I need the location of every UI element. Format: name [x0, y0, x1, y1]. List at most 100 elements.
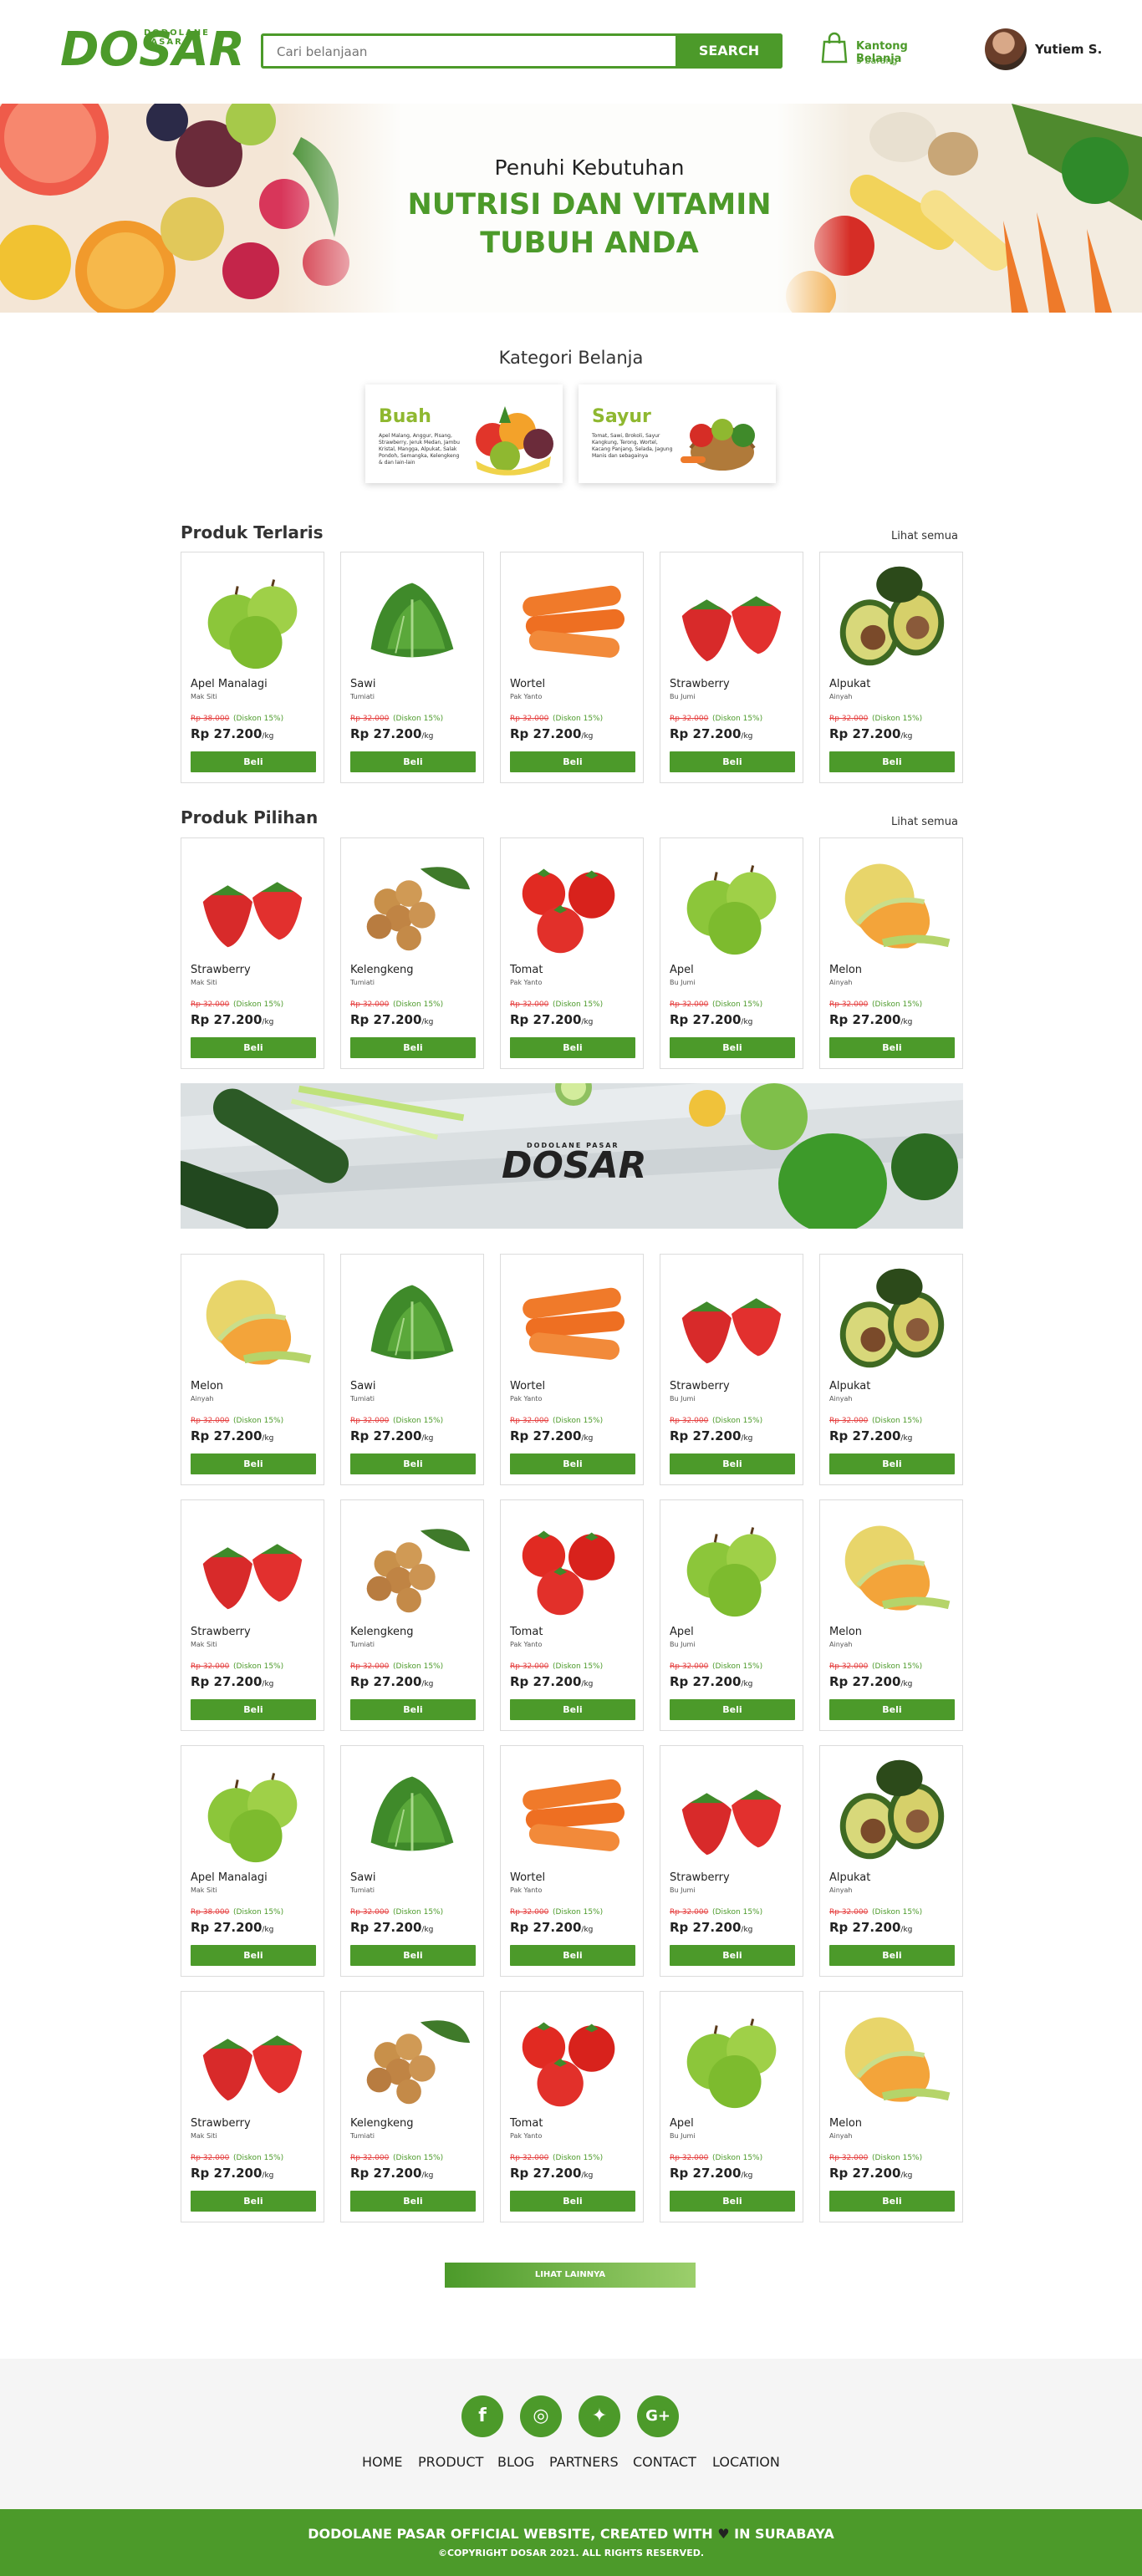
product-card[interactable]: Tomat Pak Yanto Rp 32.000 (Diskon 15%) Rp 27…: [500, 1499, 644, 1731]
product-card[interactable]: Alpukat Ainyah Rp 32.000 (Diskon 15%) Rp 27.…: [819, 1745, 963, 1977]
buy-button[interactable]: Beli: [829, 2191, 955, 2212]
buy-button[interactable]: Beli: [350, 1453, 476, 1474]
load-more-button[interactable]: LIHAT LAINNYA: [445, 2263, 696, 2288]
product-card[interactable]: Sawi Tumiati Rp 32.000 (Diskon 15%) Rp 27.20…: [340, 552, 484, 783]
product-card[interactable]: Apel Bu Jumi Rp 32.000 (Diskon 15%) Rp 27.20…: [660, 837, 803, 1069]
product-seller: Mak Siti: [191, 2132, 217, 2140]
product-name: Sawi: [350, 678, 376, 690]
footer-nav-blog[interactable]: BLOG: [497, 2454, 534, 2470]
buy-button[interactable]: Beli: [829, 751, 955, 772]
product-discount: (Diskon 15%): [393, 1417, 444, 1425]
product-price: Rp 27.200/kg: [829, 1428, 912, 1443]
buy-button[interactable]: Beli: [670, 1699, 795, 1720]
footer-credit: DODOLANE PASAR OFFICIAL WEBSITE, CREATED…: [0, 2526, 1142, 2542]
product-card[interactable]: Melon Ainyah Rp 32.000 (Diskon 15%) Rp 27.20…: [819, 837, 963, 1069]
product-old-price: Rp 32.000: [670, 1908, 709, 1917]
buy-button[interactable]: Beli: [350, 1699, 476, 1720]
product-card[interactable]: Kelengkeng Tumiati Rp 32.000 (Diskon 15%) Rp…: [340, 1499, 484, 1731]
buy-button[interactable]: Beli: [191, 1945, 316, 1966]
footer-nav-product[interactable]: PRODUCT: [418, 2454, 483, 2470]
product-card[interactable]: Strawberry Bu Jumi Rp 32.000 (Diskon 15%) Rp…: [660, 1254, 803, 1485]
product-card[interactable]: Strawberry Mak Siti Rp 32.000 (Diskon 15%) R…: [181, 837, 324, 1069]
product-old-price: Rp 32.000: [350, 1662, 390, 1671]
footer-nav-partners[interactable]: PARTNERS: [549, 2454, 619, 2470]
user-menu[interactable]: Yutiem S.: [985, 28, 1110, 72]
product-card[interactable]: Alpukat Ainyah Rp 32.000 (Diskon 15%) Rp 27.…: [819, 1254, 963, 1485]
product-card[interactable]: Sawi Tumiati Rp 32.000 (Diskon 15%) Rp 27.20…: [340, 1745, 484, 1977]
product-card[interactable]: Apel Manalagi Mak Siti Rp 38.000 (Diskon 15…: [181, 552, 324, 783]
buy-button[interactable]: Beli: [510, 2191, 635, 2212]
product-card[interactable]: Kelengkeng Tumiati Rp 32.000 (Diskon 15%) Rp…: [340, 837, 484, 1069]
instagram-icon[interactable]: ◎: [520, 2395, 562, 2437]
product-old-price: Rp 32.000: [350, 1908, 390, 1917]
product-card[interactable]: Wortel Pak Yanto Rp 32.000 (Diskon 15%) Rp 2…: [500, 552, 644, 783]
see-all-pilihan-link[interactable]: Lihat semua: [891, 816, 958, 828]
hero-subtitle: Penuhi Kebutuhan: [494, 155, 685, 180]
twitter-icon[interactable]: ✦: [579, 2395, 620, 2437]
strawberry-image: [202, 882, 303, 948]
product-old-price: Rp 38.000: [191, 1908, 230, 1917]
product-card[interactable]: Wortel Pak Yanto Rp 32.000 (Diskon 15%) Rp 2…: [500, 1745, 644, 1977]
buy-button[interactable]: Beli: [510, 1945, 635, 1966]
footer-nav-location[interactable]: LOCATION: [712, 2454, 780, 2470]
product-card[interactable]: Strawberry Bu Jumi Rp 32.000 (Diskon 15%) Rp…: [660, 1745, 803, 1977]
product-old-price: Rp 32.000: [670, 715, 709, 723]
product-card[interactable]: Apel Manalagi Mak Siti Rp 38.000 (Diskon 15…: [181, 1745, 324, 1977]
product-card[interactable]: Alpukat Ainyah Rp 32.000 (Diskon 15%) Rp 27.…: [819, 552, 963, 783]
site-logo[interactable]: DODOLANE PASAR DOSAR: [60, 17, 245, 75]
buy-button[interactable]: Beli: [670, 1453, 795, 1474]
product-old-price: Rp 32.000: [510, 1908, 549, 1917]
buy-button[interactable]: Beli: [350, 1037, 476, 1058]
buy-button[interactable]: Beli: [510, 1453, 635, 1474]
google-plus-icon[interactable]: G+: [637, 2395, 679, 2437]
search-input[interactable]: [277, 43, 661, 61]
buy-button[interactable]: Beli: [670, 751, 795, 772]
search-button[interactable]: SEARCH: [676, 33, 783, 69]
buy-button[interactable]: Beli: [350, 2191, 476, 2212]
product-card[interactable]: Kelengkeng Tumiati Rp 32.000 (Diskon 15%) Rp…: [340, 1991, 484, 2222]
product-card[interactable]: Apel Bu Jumi Rp 32.000 (Diskon 15%) Rp 27.20…: [660, 1991, 803, 2222]
see-all-terlaris-link[interactable]: Lihat semua: [891, 530, 958, 542]
carrot-image: [523, 1287, 625, 1360]
buy-button[interactable]: Beli: [510, 1037, 635, 1058]
buy-button[interactable]: Beli: [670, 1945, 795, 1966]
buy-button[interactable]: Beli: [670, 2191, 795, 2212]
product-card[interactable]: Strawberry Bu Jumi Rp 32.000 (Diskon 15%) Rp…: [660, 552, 803, 783]
facebook-icon[interactable]: f: [461, 2395, 503, 2437]
product-card[interactable]: Apel Bu Jumi Rp 32.000 (Diskon 15%) Rp 27.20…: [660, 1499, 803, 1731]
buy-button[interactable]: Beli: [350, 1945, 476, 1966]
footer-nav-contact[interactable]: CONTACT: [633, 2454, 696, 2470]
price-unit: /kg: [421, 2171, 434, 2180]
product-old-price: Rp 32.000: [191, 1417, 230, 1425]
shopping-bag[interactable]: Kantong Belanja 3 barang: [821, 30, 955, 72]
buy-button[interactable]: Beli: [829, 1945, 955, 1966]
category-buah[interactable]: Buah Apel Malang, Anggur, Pisang, Strawb…: [365, 384, 563, 483]
buy-button[interactable]: Beli: [191, 751, 316, 772]
buy-button[interactable]: Beli: [350, 751, 476, 772]
banner-logo: DODOLANE PASAR DOSAR: [502, 1142, 652, 1192]
product-card[interactable]: Strawberry Mak Siti Rp 32.000 (Diskon 15%) R…: [181, 1499, 324, 1731]
buy-button[interactable]: Beli: [510, 1699, 635, 1720]
product-card[interactable]: Strawberry Mak Siti Rp 32.000 (Diskon 15%) R…: [181, 1991, 324, 2222]
footer-nav-home[interactable]: HOME: [362, 2454, 403, 2470]
product-card[interactable]: Melon Ainyah Rp 32.000 (Diskon 15%) Rp 27.20…: [819, 1991, 963, 2222]
buy-button[interactable]: Beli: [670, 1037, 795, 1058]
product-card[interactable]: Melon Ainyah Rp 32.000 (Diskon 15%) Rp 27.20…: [819, 1499, 963, 1731]
product-card[interactable]: Sawi Tumiati Rp 32.000 (Diskon 15%) Rp 27.20…: [340, 1254, 484, 1485]
product-card[interactable]: Tomat Pak Yanto Rp 32.000 (Diskon 15%) Rp 27…: [500, 1991, 644, 2222]
strawberry-image: [202, 1544, 303, 1610]
buy-button[interactable]: Beli: [191, 1453, 316, 1474]
buy-button[interactable]: Beli: [191, 1699, 316, 1720]
buy-button[interactable]: Beli: [191, 2191, 316, 2212]
product-card[interactable]: Tomat Pak Yanto Rp 32.000 (Diskon 15%) Rp 27…: [500, 837, 644, 1069]
buy-button[interactable]: Beli: [191, 1037, 316, 1058]
price-unit: /kg: [581, 1434, 594, 1443]
category-sayur[interactable]: Sayur Tomat, Sawi, Brokoli, Sayur Kangku…: [579, 384, 776, 483]
buy-button[interactable]: Beli: [510, 751, 635, 772]
product-card[interactable]: Melon Ainyah Rp 32.000 (Diskon 15%) Rp 27.20…: [181, 1254, 324, 1485]
buy-button[interactable]: Beli: [829, 1453, 955, 1474]
buy-button[interactable]: Beli: [829, 1037, 955, 1058]
buy-button[interactable]: Beli: [829, 1699, 955, 1720]
heart-icon: ♥: [717, 2526, 730, 2542]
product-card[interactable]: Wortel Pak Yanto Rp 32.000 (Diskon 15%) Rp 2…: [500, 1254, 644, 1485]
